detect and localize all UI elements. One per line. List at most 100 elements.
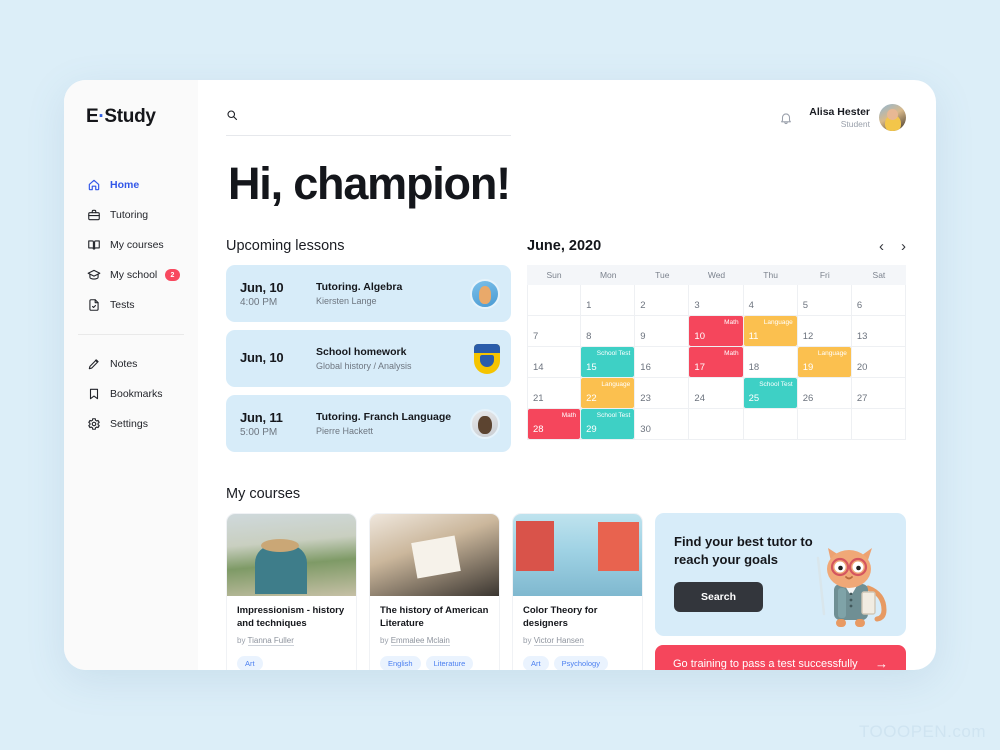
calendar-event-label: Language: [601, 381, 631, 388]
calendar-day-number: 3: [694, 300, 700, 311]
calendar-day-number: 26: [802, 393, 814, 404]
list-item[interactable]: Jun, 10 School homework Global history /…: [226, 330, 511, 387]
sidebar-item-label: My school: [110, 269, 158, 281]
document-check-icon: [86, 298, 101, 313]
sidebar-item-bookmarks[interactable]: Bookmarks: [64, 379, 198, 409]
lesson-time: 5:00 PM: [240, 426, 278, 438]
user-profile-chip[interactable]: Alisa Hester Student: [809, 104, 906, 131]
notification-bell-icon[interactable]: [779, 111, 793, 125]
calendar-day-cell[interactable]: Language 19: [797, 347, 852, 378]
calendar-day-cell[interactable]: Language 11: [743, 316, 798, 347]
chevron-left-icon[interactable]: ‹: [879, 239, 884, 254]
tag[interactable]: English: [380, 655, 421, 670]
calendar-day-cell[interactable]: 9: [635, 316, 690, 347]
briefcase-icon: [86, 208, 101, 223]
calendar-day-cell[interactable]: 24: [689, 378, 744, 409]
avatar: [879, 104, 906, 131]
chevron-right-icon[interactable]: ›: [901, 239, 906, 254]
calendar-day-cell[interactable]: 7: [527, 316, 582, 347]
calendar-day-cell[interactable]: 27: [851, 378, 906, 409]
calendar-day-number: 25: [748, 393, 760, 404]
calendar-day-cell[interactable]: 14: [527, 347, 582, 378]
lesson-subtitle: Pierre Hackett: [316, 426, 374, 436]
course-body: Color Theory for designers by Victor Han…: [513, 596, 642, 670]
calendar-day-cell[interactable]: 3: [689, 285, 744, 316]
tag[interactable]: Literature: [425, 655, 474, 670]
lesson-title: Tutoring. Algebra: [316, 281, 403, 293]
calendar-dow-header: Tue: [635, 265, 690, 285]
lesson-datetime: Jun, 10 4:00 PM: [240, 280, 310, 308]
sidebar-item-settings[interactable]: Settings: [64, 409, 198, 439]
app-logo[interactable]: E·Study: [64, 106, 198, 128]
book-icon: [86, 238, 101, 253]
calendar-day-cell[interactable]: Math 17: [689, 347, 744, 378]
course-body: Impressionism - history and techniques b…: [227, 596, 356, 670]
author-link[interactable]: Victor Hansen: [533, 635, 584, 646]
calendar-day-cell[interactable]: Math 28: [527, 409, 582, 440]
calendar-day-cell[interactable]: 8: [581, 316, 636, 347]
lesson-title: School homework: [316, 346, 407, 358]
search-bar[interactable]: [226, 108, 511, 136]
list-item[interactable]: Jun, 10 4:00 PM Tutoring. Algebra Kierst…: [226, 265, 511, 322]
calendar-day-cell[interactable]: 23: [635, 378, 690, 409]
calendar-day-cell[interactable]: 13: [851, 316, 906, 347]
painter-landscape-photo: [227, 514, 356, 596]
calendar-day-number: 11: [748, 331, 759, 342]
calendar-day-number: 10: [694, 331, 705, 342]
sidebar-item-label: Home: [110, 179, 140, 191]
by-label: by: [523, 635, 532, 645]
calendar-day-cell[interactable]: 5: [797, 285, 852, 316]
sidebar-item-tutoring[interactable]: Tutoring: [64, 200, 198, 230]
calendar-day-cell[interactable]: 18: [743, 347, 798, 378]
calendar-nav: ‹ ›: [879, 239, 906, 254]
calendar-day-cell[interactable]: 12: [797, 316, 852, 347]
calendar-day-cell[interactable]: School Test 29: [581, 409, 636, 440]
training-cta-banner[interactable]: Go training to pass a test successfully …: [655, 644, 906, 670]
calendar-day-cell[interactable]: Language 22: [581, 378, 636, 409]
sidebar-item-home[interactable]: Home: [64, 170, 198, 200]
calendar-day-cell[interactable]: 6: [851, 285, 906, 316]
list-item[interactable]: Color Theory for designers by Victor Han…: [512, 513, 643, 670]
calendar-day-cell[interactable]: School Test 25: [743, 378, 798, 409]
calendar-day-cell[interactable]: 16: [635, 347, 690, 378]
user-name: Alisa Hester: [809, 105, 870, 118]
search-input[interactable]: [246, 111, 511, 123]
calendar-title: June, 2020: [527, 238, 602, 254]
calendar-day-cell[interactable]: School Test 15: [581, 347, 636, 378]
calendar-day-number: 22: [586, 393, 597, 404]
author-link[interactable]: Tianna Fuller: [247, 635, 294, 646]
status-badge: 2: [165, 269, 180, 281]
list-item[interactable]: Impressionism - history and techniques b…: [226, 513, 357, 670]
calendar-day-number: 7: [533, 331, 539, 342]
tag[interactable]: Art: [523, 655, 549, 670]
calendar-day-cell[interactable]: 21: [527, 378, 582, 409]
page-title: Hi, champion!: [228, 158, 511, 209]
calendar-event-label: Math: [561, 412, 577, 419]
sidebar-item-my-school[interactable]: My school 2: [64, 260, 198, 290]
calendar-day-cell: [527, 285, 582, 316]
calendar-day-number: 1: [586, 300, 592, 311]
list-item[interactable]: The history of American Literature by Em…: [369, 513, 500, 670]
calendar-day-cell[interactable]: 1: [581, 285, 636, 316]
calendar-day-cell[interactable]: 26: [797, 378, 852, 409]
calendar-day-cell[interactable]: 30: [635, 409, 690, 440]
calendar-day-cell[interactable]: 20: [851, 347, 906, 378]
search-button[interactable]: Search: [674, 582, 764, 613]
list-item[interactable]: Jun, 11 5:00 PM Tutoring. Franch Languag…: [226, 395, 511, 452]
calendar-day-cell[interactable]: Math 10: [689, 316, 744, 347]
sidebar-item-tests[interactable]: Tests: [64, 290, 198, 320]
author-link[interactable]: Emmalee Mclain: [390, 635, 450, 646]
lesson-subtitle: Kiersten Lange: [316, 296, 377, 306]
sidebar-item-notes[interactable]: Notes: [64, 349, 198, 379]
sidebar-item-my-courses[interactable]: My courses: [64, 230, 198, 260]
gear-icon: [86, 417, 101, 432]
sidebar-item-label: Tests: [110, 299, 135, 311]
tag[interactable]: Art: [237, 655, 263, 670]
tag[interactable]: Psychology: [553, 655, 608, 670]
course-author: by Tianna Fuller: [237, 635, 346, 646]
calendar-day-cell[interactable]: 2: [635, 285, 690, 316]
calendar-day-cell[interactable]: 4: [743, 285, 798, 316]
bookmark-icon: [86, 387, 101, 402]
calendar-dow-header: Sat: [851, 265, 906, 285]
calendar-day-number: 24: [694, 393, 705, 404]
